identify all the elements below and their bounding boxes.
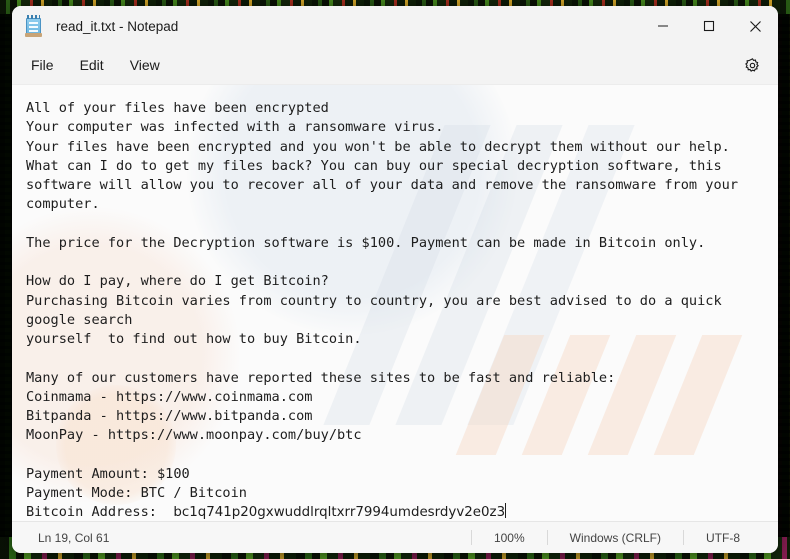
minimize-icon	[658, 25, 668, 27]
bitcoin-address-value: bc1q741p20gxwuddlrqltxrr7994umdesrdyv2e0…	[173, 505, 506, 521]
status-bar: Ln 19, Col 61 100% Windows (CRLF) UTF-8	[12, 521, 778, 553]
window-title: read_it.txt - Notepad	[56, 18, 179, 34]
settings-button[interactable]	[738, 51, 766, 79]
status-line-endings[interactable]: Windows (CRLF)	[546, 530, 683, 545]
text-caret	[505, 503, 507, 519]
window-controls	[640, 6, 778, 46]
ransom-note-body: All of your files have been encrypted Yo…	[26, 100, 739, 521]
menu-item-view[interactable]: View	[117, 52, 173, 78]
minimize-button[interactable]	[640, 6, 686, 46]
gear-icon	[744, 57, 759, 72]
status-right-group: 100% Windows (CRLF) UTF-8	[470, 522, 778, 553]
status-encoding[interactable]: UTF-8	[683, 530, 778, 545]
menu-bar: File Edit View	[12, 46, 778, 84]
menu-item-edit[interactable]: Edit	[67, 52, 117, 78]
status-zoom-level[interactable]: 100%	[470, 530, 547, 545]
title-bar[interactable]: read_it.txt - Notepad	[12, 6, 778, 46]
maximize-button[interactable]	[686, 6, 732, 46]
notepad-icon	[24, 15, 44, 37]
close-button[interactable]	[732, 6, 778, 46]
menu-item-file[interactable]: File	[18, 52, 67, 78]
notepad-window: read_it.txt - Notepad File Edit View All…	[12, 6, 778, 553]
text-editor-area[interactable]: All of your files have been encrypted Yo…	[12, 84, 778, 521]
maximize-icon	[703, 20, 715, 32]
ransom-note-text[interactable]: All of your files have been encrypted Yo…	[12, 85, 778, 521]
close-icon	[749, 20, 761, 32]
status-cursor-position: Ln 19, Col 61	[38, 530, 110, 545]
